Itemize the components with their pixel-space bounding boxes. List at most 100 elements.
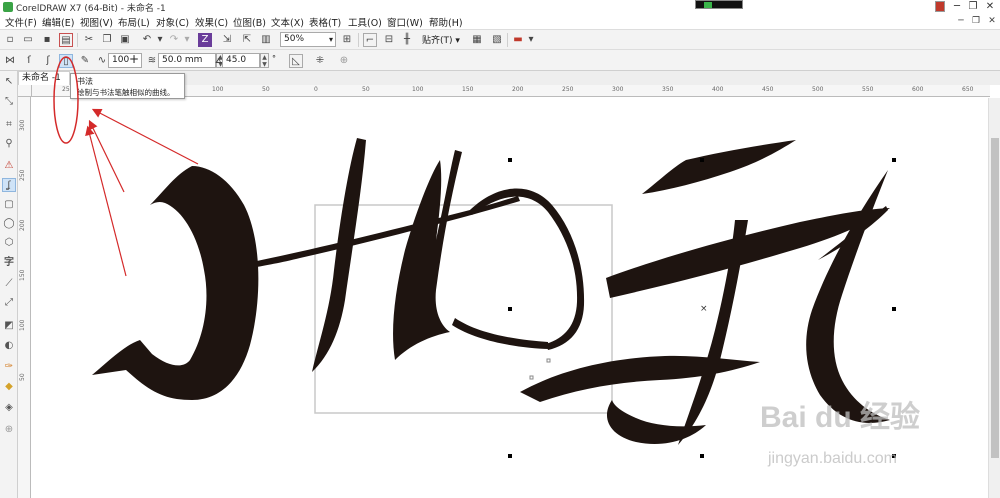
handle[interactable]	[892, 158, 896, 162]
menu-table[interactable]: 表格(T)	[309, 15, 341, 29]
user-avatar-icon[interactable]	[935, 1, 945, 12]
snap-to-dropdown[interactable]: 贴齐(T) ▾	[422, 33, 460, 46]
stroke-bottom-swoop[interactable]	[520, 355, 760, 402]
launcher-dropdown-chevron-icon[interactable]: ▾	[524, 33, 538, 47]
handle[interactable]	[700, 158, 704, 162]
trace-icon[interactable]: ⁜	[313, 54, 327, 68]
print-icon[interactable]: ▤	[59, 33, 73, 47]
stroke-right-curve[interactable]	[806, 170, 890, 423]
welcome-screen-icon[interactable]: ▬	[511, 33, 525, 47]
drop-shadow-tool-icon[interactable]: ◩	[2, 319, 16, 333]
show-guidelines-icon[interactable]: ╫	[400, 33, 414, 47]
stroke-loop[interactable]	[452, 188, 585, 350]
handle[interactable]	[508, 454, 512, 458]
eyedropper-tool-icon[interactable]: ✑	[2, 360, 16, 374]
zoom-tool-icon[interactable]: ⚲	[2, 137, 16, 151]
nib-angle-input[interactable]: 45.0	[222, 53, 260, 68]
stroke-top-bar[interactable]	[642, 140, 796, 194]
undo-dropdown-chevron-icon[interactable]: ▾	[153, 33, 167, 47]
menu-help[interactable]: 帮助(H)	[429, 15, 463, 29]
freehand-tool-icon[interactable]: ⚠	[2, 159, 16, 173]
text-tool-icon[interactable]: 字	[2, 256, 16, 270]
ruler-tick-label: 400	[712, 86, 724, 93]
transparency-tool-icon[interactable]: ◐	[2, 339, 16, 353]
nib-angle-spinner[interactable]: ▲ ▼	[260, 53, 269, 68]
stroke-left-curve[interactable]	[92, 166, 259, 400]
stroke-vertical-1[interactable]	[312, 138, 366, 372]
search-content-icon[interactable]: Z	[198, 33, 212, 47]
stroke-width-input[interactable]: 50.0 mm	[158, 53, 216, 68]
artistic-brush-icon[interactable]: ʃ	[41, 54, 55, 68]
handle[interactable]	[508, 158, 512, 162]
handle[interactable]	[892, 454, 896, 458]
menu-text[interactable]: 文本(X)	[271, 15, 304, 29]
scrollbar-thumb[interactable]	[991, 138, 999, 458]
ellipse-tool-icon[interactable]: ◯	[2, 217, 16, 231]
show-grid-icon[interactable]: ⊟	[382, 33, 396, 47]
redo-icon[interactable]: ↷	[167, 33, 181, 47]
parallel-dimension-tool-icon[interactable]: ⟋	[2, 277, 16, 291]
handle[interactable]	[892, 307, 896, 311]
doc-close-button[interactable]: ✕	[986, 15, 998, 27]
export-icon[interactable]: ⇱	[240, 33, 254, 47]
minimize-button[interactable]: ─	[950, 0, 964, 14]
drawing-canvas[interactable]: ×	[32, 98, 990, 498]
node[interactable]	[546, 358, 551, 363]
freehand-smoothing-icon[interactable]: ⋈	[3, 54, 17, 68]
import-icon[interactable]: ⇲	[220, 33, 234, 47]
add-preset-icon[interactable]: ⊕	[337, 54, 351, 68]
open-folder-icon[interactable]: ▭	[21, 33, 35, 47]
publish-pdf-icon[interactable]: ▥	[259, 33, 273, 47]
menu-tools[interactable]: 工具(O)	[348, 15, 382, 29]
menu-effects[interactable]: 效果(C)	[195, 15, 228, 29]
artistic-preset-icon[interactable]: ſ	[22, 54, 36, 68]
cut-icon[interactable]: ✂	[82, 33, 96, 47]
application-launcher-icon[interactable]: ▧	[490, 33, 504, 47]
node[interactable]	[529, 375, 534, 380]
interactive-fill-tool-icon[interactable]: ◆	[2, 380, 16, 394]
degree-symbol: °	[272, 54, 276, 63]
menu-layout[interactable]: 布局(L)	[118, 15, 150, 29]
save-icon[interactable]: ▪	[40, 33, 54, 47]
maximize-button[interactable]: ❐	[966, 0, 980, 14]
pressure-mode-icon[interactable]: ✎	[78, 54, 92, 68]
vertical-scrollbar[interactable]	[988, 98, 1000, 498]
redo-dropdown-chevron-icon[interactable]: ▾	[180, 33, 194, 47]
doc-restore-button[interactable]: ❐	[970, 15, 982, 27]
rectangle-tool-icon[interactable]: ▢	[2, 198, 16, 212]
menu-file[interactable]: 文件(F)	[5, 15, 37, 29]
vertical-ruler[interactable]: 300 250 200 150 100 50	[18, 97, 31, 498]
shape-tool-icon[interactable]: ⤡	[2, 95, 16, 109]
copy-icon[interactable]: ❐	[100, 33, 114, 47]
menu-view[interactable]: 视图(V)	[80, 15, 113, 29]
smart-fill-tool-icon[interactable]: ◈	[2, 401, 16, 415]
smoothing-icon: ∿	[97, 55, 107, 66]
menu-edit[interactable]: 编辑(E)	[42, 15, 74, 29]
zoom-level-select[interactable]: 50% ▾	[280, 32, 336, 47]
doc-minimize-button[interactable]: ─	[955, 15, 967, 27]
document-tab[interactable]: 未命名 -1	[18, 71, 70, 85]
full-screen-icon[interactable]: ⊞	[340, 33, 354, 47]
new-document-icon[interactable]: ▫	[3, 33, 17, 47]
polygon-tool-icon[interactable]: ⬡	[2, 236, 16, 250]
bounding-box-icon[interactable]: ◺	[289, 54, 303, 68]
paste-icon[interactable]: ▣	[118, 33, 132, 47]
undo-icon[interactable]: ↶	[140, 33, 154, 47]
stroke-vertical-2[interactable]	[393, 150, 462, 360]
handle[interactable]	[700, 454, 704, 458]
ruler-origin[interactable]	[18, 85, 32, 97]
crop-tool-icon[interactable]: ⌗	[2, 118, 16, 132]
menu-window[interactable]: 窗口(W)	[387, 15, 423, 29]
calligraphic-mode-icon[interactable]: ▯	[59, 54, 73, 68]
smoothing-input[interactable]: 100 +	[108, 53, 142, 68]
options-icon[interactable]: ▦	[470, 33, 484, 47]
menu-bitmaps[interactable]: 位图(B)	[233, 15, 266, 29]
artistic-media-tool-icon[interactable]: ʆ	[2, 178, 16, 192]
add-tool-icon[interactable]: ⊕	[2, 423, 16, 437]
close-button[interactable]: ✕	[983, 0, 997, 14]
pick-tool-icon[interactable]: ↖	[2, 75, 16, 89]
show-rulers-icon[interactable]: ⌐	[363, 33, 377, 47]
connector-tool-icon[interactable]: ⤢	[2, 296, 16, 310]
menu-object[interactable]: 对象(C)	[156, 15, 189, 29]
handle[interactable]	[508, 307, 512, 311]
